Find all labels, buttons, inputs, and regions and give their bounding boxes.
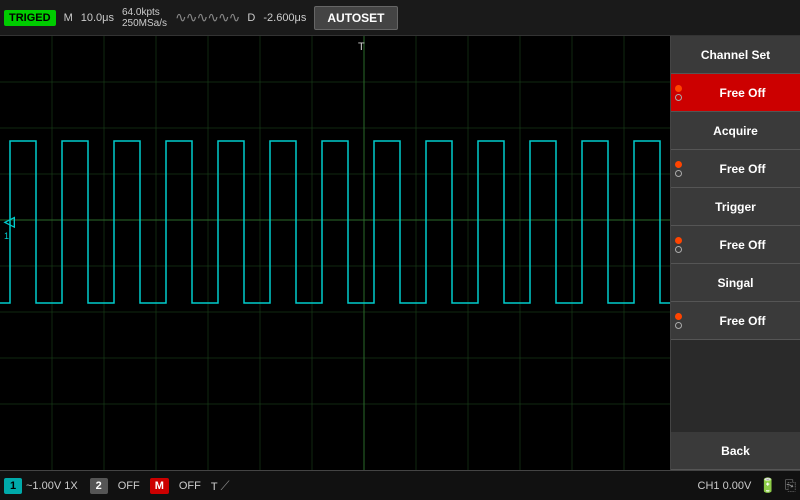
grid-canvas: T ◁ 1	[0, 36, 670, 470]
m-off: OFF	[179, 480, 201, 492]
trigger-pos-label: D	[247, 12, 255, 24]
trigger-button[interactable]: Trigger	[671, 188, 800, 226]
waveform-icon: ∿∿∿∿∿∿	[175, 9, 239, 26]
top-info: M 10.0μs 64.0kpts 250MSa/s ∿∿∿∿∿∿ D -2.6…	[64, 7, 307, 29]
scope-screen: T ◁ 1	[0, 36, 670, 470]
radio-filled-3	[675, 237, 682, 244]
trigger-time: -2.600μs	[263, 12, 306, 24]
ch2-badge: 2	[90, 478, 108, 494]
channel-set-button[interactable]: Channel Set	[671, 36, 800, 74]
main-area: T ◁ 1 Channel Set Free Off Acquire	[0, 36, 800, 470]
ch1-zero-label: CH1 0.00V	[698, 480, 752, 492]
battery-icon: 🔋	[759, 477, 776, 494]
radio-empty-3	[675, 246, 682, 253]
radio-group-3	[675, 237, 682, 253]
triged-badge: TRIGED	[4, 10, 56, 26]
radio-group-4	[675, 313, 682, 329]
top-bar: TRIGED M 10.0μs 64.0kpts 250MSa/s ∿∿∿∿∿∿…	[0, 0, 800, 36]
signal-button[interactable]: Singal	[671, 264, 800, 302]
time-div: 10.0μs	[81, 12, 114, 24]
radio-empty-1	[675, 94, 682, 101]
bottom-right: CH1 0.00V 🔋 ⎘	[698, 477, 796, 494]
right-panel: Channel Set Free Off Acquire Free Off Tr…	[670, 36, 800, 470]
svg-text:T: T	[358, 41, 365, 53]
radio-filled-2	[675, 161, 682, 168]
free-off-3-button[interactable]: Free Off	[671, 226, 800, 264]
autoset-button[interactable]: AUTOSET	[314, 6, 397, 30]
ch1-scale: ~1.00V 1X	[26, 480, 78, 492]
radio-group-2	[675, 161, 682, 177]
m-badge: M	[150, 478, 169, 494]
mode-label: M	[64, 12, 73, 24]
svg-text:1: 1	[4, 231, 9, 241]
bottom-bar: 1 ~1.00V 1X 2 OFF M OFF T ⟋ CH1 0.00V 🔋 …	[0, 470, 800, 500]
free-off-4-button[interactable]: Free Off	[671, 302, 800, 340]
radio-empty-4	[675, 322, 682, 329]
free-off-1-button[interactable]: Free Off	[671, 74, 800, 112]
usb-icon: ⎘	[785, 477, 796, 494]
back-button[interactable]: Back	[671, 432, 800, 470]
free-off-2-button[interactable]: Free Off	[671, 150, 800, 188]
acquire-button[interactable]: Acquire	[671, 112, 800, 150]
ch1-badge: 1	[4, 478, 22, 494]
radio-filled-1	[675, 85, 682, 92]
svg-text:◁: ◁	[3, 213, 15, 229]
radio-empty-2	[675, 170, 682, 177]
radio-group-1	[675, 85, 682, 101]
t-label: T ⟋	[211, 478, 230, 494]
ch2-off: OFF	[118, 480, 140, 492]
radio-filled-4	[675, 313, 682, 320]
sample-info: 64.0kpts 250MSa/s	[122, 7, 167, 29]
